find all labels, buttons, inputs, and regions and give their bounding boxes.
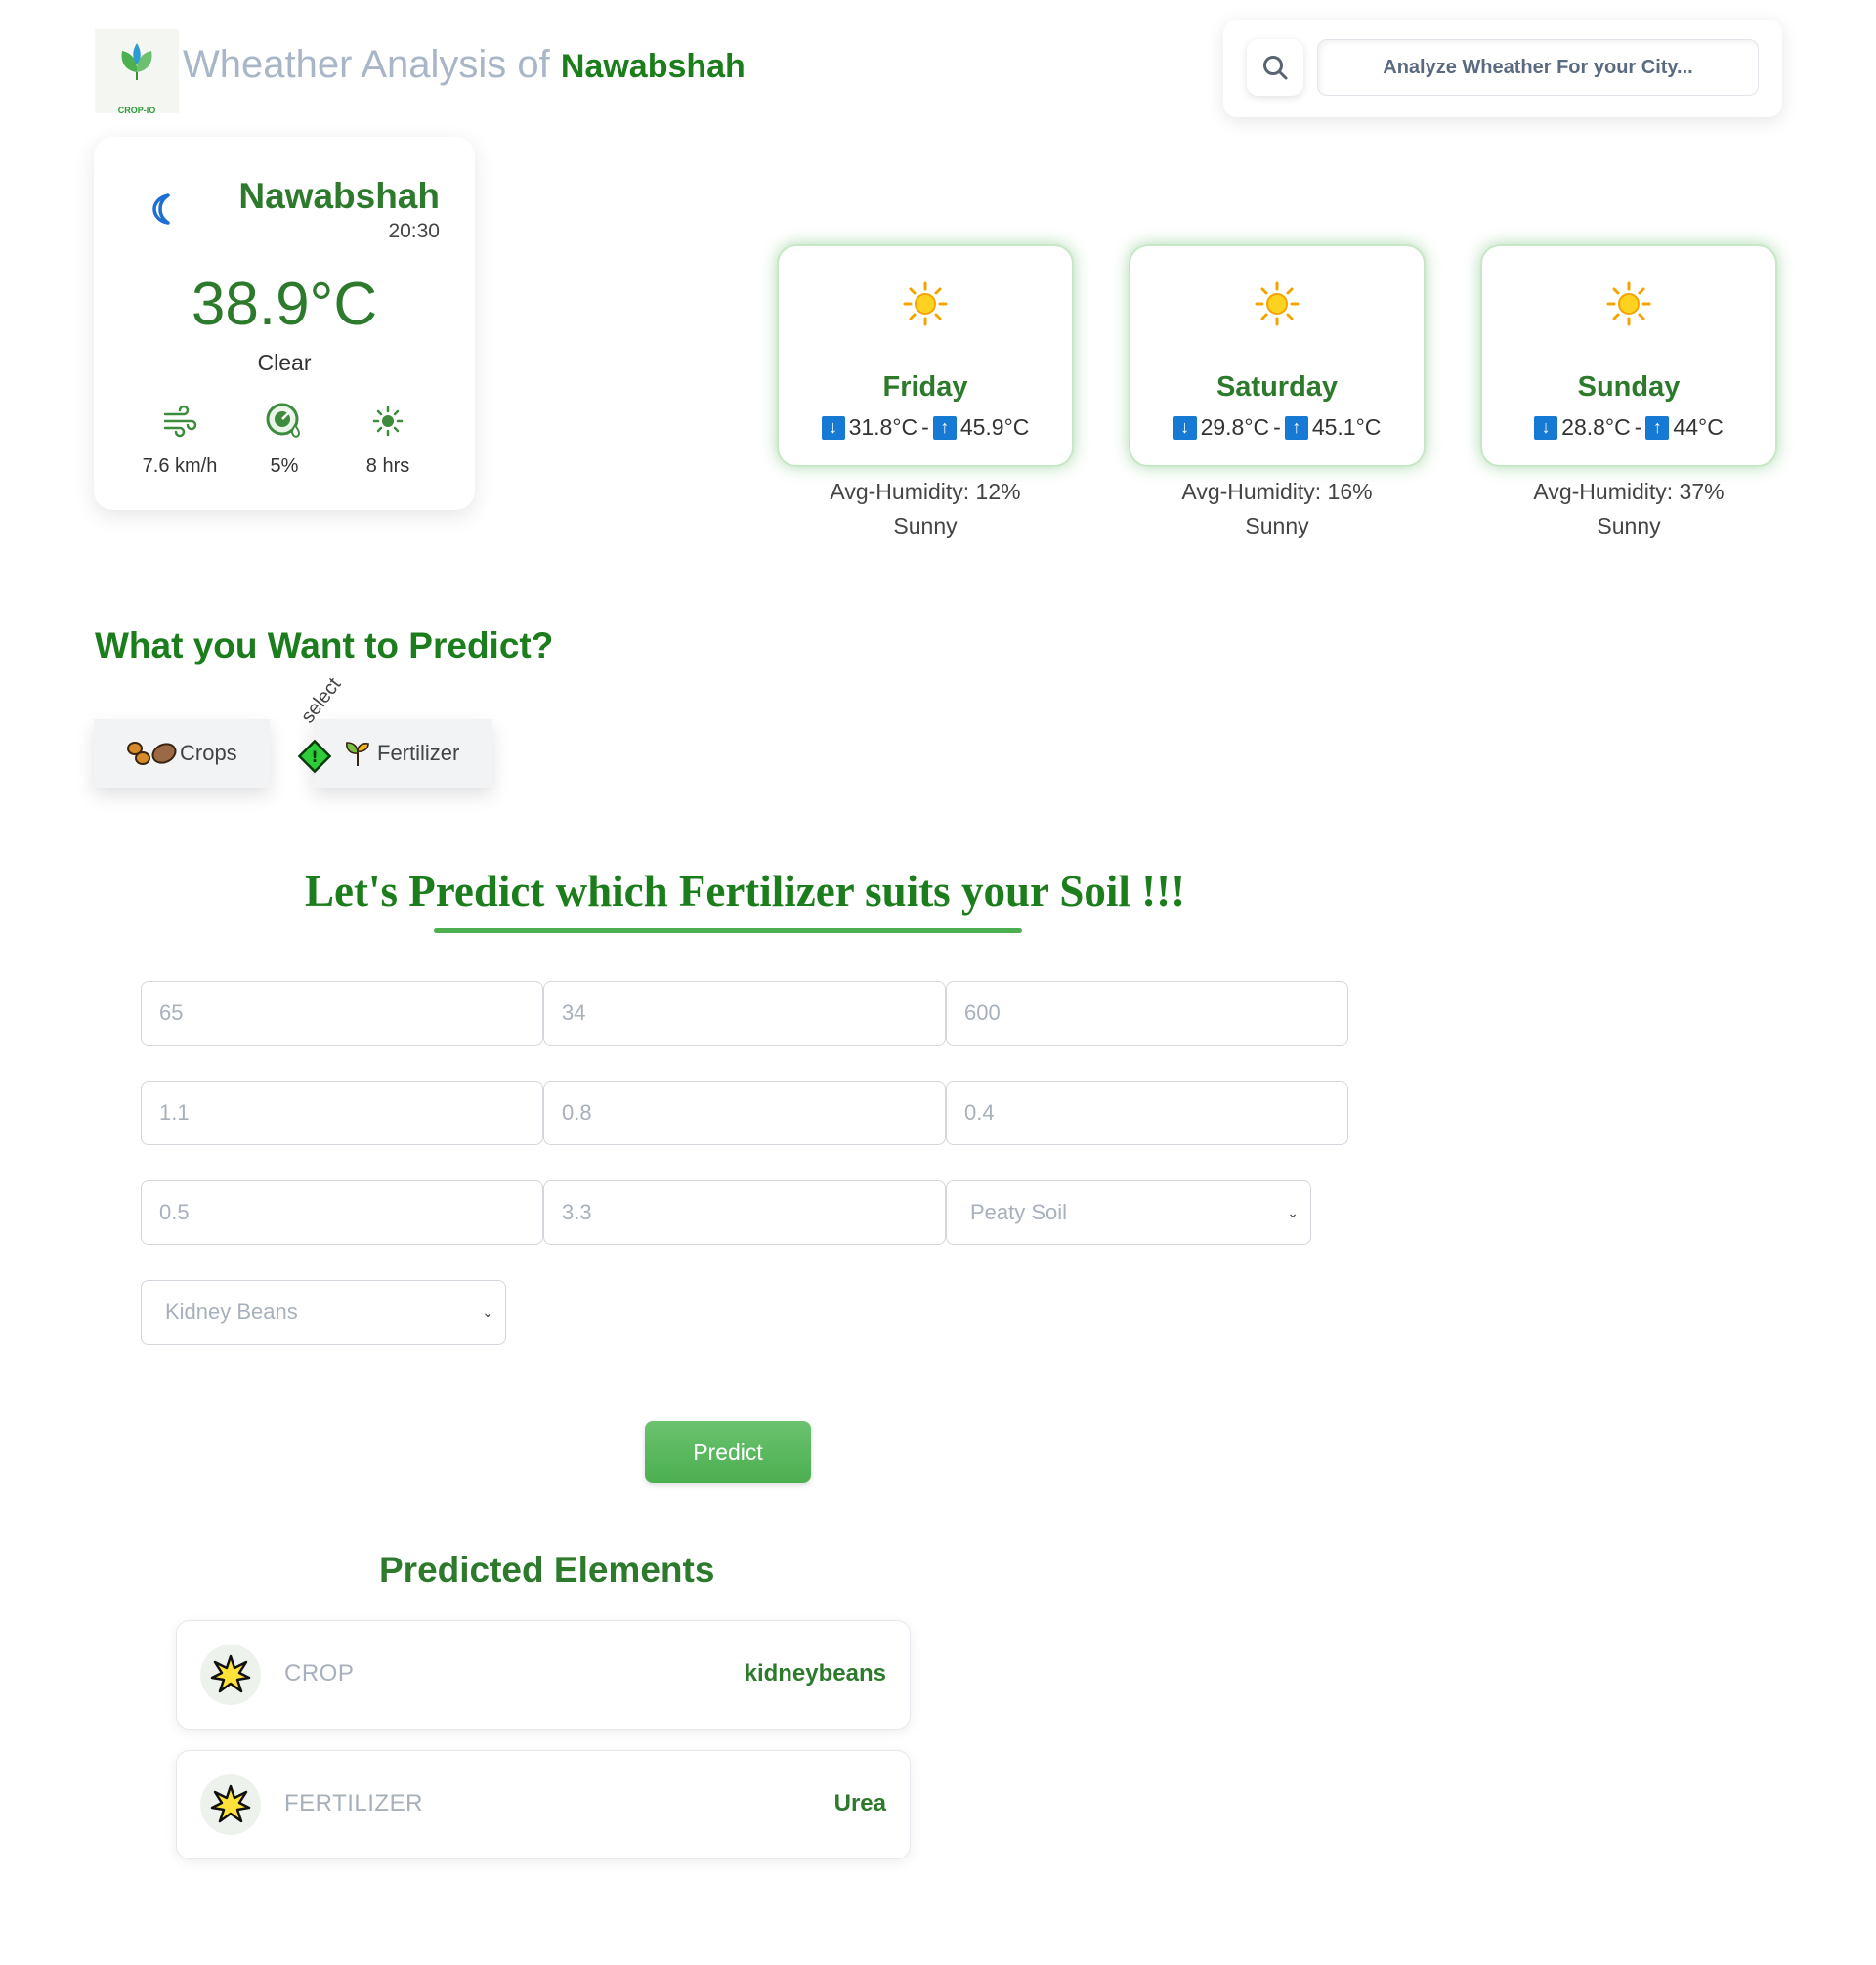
input-field-4[interactable]: 1.1 bbox=[141, 1081, 543, 1145]
current-condition: Clear bbox=[257, 350, 312, 375]
forecast-humidity: Avg-Humidity: 37% bbox=[1533, 479, 1725, 504]
arrow-up-icon: ↑ bbox=[932, 415, 957, 440]
forecast-day-3: Sunday ↓ 28.8°C - ↑ 44°C Avg-Humidity: 3… bbox=[1480, 244, 1777, 539]
sun-hours-stat: 8 hrs bbox=[329, 399, 447, 478]
search-icon bbox=[1263, 56, 1288, 80]
temp-separator: - bbox=[1634, 414, 1642, 440]
predict-button[interactable]: Predict bbox=[645, 1421, 811, 1483]
crops-option-label: Crops bbox=[180, 741, 237, 765]
forecast-min-temp: 29.8°C bbox=[1200, 414, 1270, 440]
phosphorus-input[interactable]: 34 bbox=[543, 981, 946, 1046]
arrow-down-icon: ↓ bbox=[821, 415, 845, 440]
forecast-card: Friday ↓ 31.8°C - ↑ 45.9°C bbox=[777, 244, 1074, 467]
humidity-gauge-icon bbox=[266, 403, 301, 438]
result-value: kidneybeans bbox=[744, 1660, 886, 1687]
sun-icon bbox=[1606, 281, 1651, 326]
forecast-min-temp: 31.8°C bbox=[848, 414, 918, 440]
humidity-value: 5% bbox=[270, 455, 299, 477]
form-title-underline bbox=[434, 928, 1022, 933]
temp-separator: - bbox=[921, 414, 929, 440]
page-title-prefix: Wheather Analysis of bbox=[183, 43, 550, 86]
page-title: Wheather Analysis of Nawabshah bbox=[183, 43, 746, 87]
form-title: Let's Predict which Fertilizer suits you… bbox=[305, 867, 1186, 916]
logo-icon bbox=[121, 43, 152, 80]
result-value: Urea bbox=[833, 1790, 886, 1816]
fertilizer-option-button[interactable]: Fertilizer bbox=[313, 719, 492, 788]
app-logo: CROP-IO bbox=[95, 29, 179, 115]
forecast-summary: Sunny bbox=[1597, 513, 1661, 538]
input-field-8[interactable]: 3.3 bbox=[543, 1180, 946, 1245]
star-burst-icon bbox=[200, 1774, 261, 1835]
sun-icon bbox=[1255, 281, 1300, 326]
crops-option-button[interactable]: Crops bbox=[94, 719, 270, 788]
wind-icon bbox=[163, 405, 197, 438]
forecast-day-name: Saturday bbox=[1215, 371, 1339, 403]
star-burst-icon bbox=[200, 1645, 261, 1705]
forecast-temp-range: ↓ 31.8°C - ↑ 45.9°C bbox=[779, 414, 1072, 441]
sun-icon bbox=[903, 281, 948, 326]
selected-indicator-icon: ! bbox=[297, 739, 332, 774]
city-search-input[interactable]: Analyze Wheather For your City... bbox=[1317, 39, 1759, 96]
current-city: Nawabshah bbox=[238, 176, 440, 216]
forecast-min-temp: 28.8°C bbox=[1561, 414, 1631, 440]
chevron-down-icon: ⌄ bbox=[482, 1303, 493, 1320]
chevron-down-icon: ⌄ bbox=[1287, 1204, 1299, 1220]
result-label: CROP bbox=[284, 1660, 355, 1687]
arrow-down-icon: ↓ bbox=[1172, 415, 1197, 440]
arrow-down-icon: ↓ bbox=[1534, 415, 1558, 440]
forecast-summary: Sunny bbox=[893, 513, 958, 538]
humidity-stat: 5% bbox=[226, 399, 343, 478]
forecast-temp-range: ↓ 28.8°C - ↑ 44°C bbox=[1482, 414, 1775, 441]
logo-text: CROP-IO bbox=[117, 106, 156, 115]
forecast-day-2: Saturday ↓ 29.8°C - ↑ 45.1°C Avg-Humidit… bbox=[1129, 244, 1426, 539]
predict-question: What you Want to Predict? bbox=[95, 625, 554, 665]
input-field-6[interactable]: 0.4 bbox=[946, 1081, 1348, 1145]
soil-type-select[interactable]: Peaty Soil ⌄ bbox=[946, 1180, 1311, 1245]
result-label: FERTILIZER bbox=[284, 1790, 423, 1816]
forecast-max-temp: 45.9°C bbox=[959, 414, 1030, 440]
search-button[interactable] bbox=[1247, 39, 1303, 96]
crop-type-select[interactable]: Kidney Beans ⌄ bbox=[141, 1280, 506, 1345]
crop-type-value: Kidney Beans bbox=[165, 1300, 298, 1324]
svg-text:!: ! bbox=[311, 748, 318, 766]
result-row-crop: CROP kidneybeans bbox=[176, 1620, 911, 1730]
results-title: Predicted Elements bbox=[379, 1550, 715, 1590]
input-field-5[interactable]: 0.8 bbox=[543, 1081, 946, 1145]
input-field-7[interactable]: 0.5 bbox=[141, 1180, 543, 1245]
nitrogen-input[interactable]: 65 bbox=[141, 981, 543, 1046]
forecast-day-1: Friday ↓ 31.8°C - ↑ 45.9°C Avg-Humidity:… bbox=[777, 244, 1074, 539]
soil-type-value: Peaty Soil bbox=[970, 1200, 1068, 1224]
forecast-day-name: Sunday bbox=[1577, 371, 1681, 403]
forecast-day-name: Friday bbox=[882, 371, 968, 403]
forecast-temp-range: ↓ 29.8°C - ↑ 45.1°C bbox=[1130, 414, 1424, 441]
forecast-card: Saturday ↓ 29.8°C - ↑ 45.1°C bbox=[1129, 244, 1426, 467]
sun-hours-value: 8 hrs bbox=[365, 455, 410, 477]
moon-icon bbox=[152, 193, 170, 225]
forecast-max-temp: 45.1°C bbox=[1311, 414, 1382, 440]
arrow-up-icon: ↑ bbox=[1645, 415, 1670, 440]
forecast-humidity: Avg-Humidity: 12% bbox=[830, 479, 1021, 504]
wind-value: 7.6 km/h bbox=[142, 455, 218, 477]
current-weather-card: Nawabshah 20:30 38.9°C Clear 7.6 km/h 5% bbox=[94, 137, 475, 510]
arrow-up-icon: ↑ bbox=[1284, 415, 1308, 440]
fertilizer-option-label: Fertilizer bbox=[377, 741, 460, 765]
sprout-icon bbox=[346, 742, 369, 766]
forecast-humidity: Avg-Humidity: 16% bbox=[1181, 479, 1373, 504]
sun-small-icon bbox=[372, 406, 404, 437]
potassium-input[interactable]: 600 bbox=[946, 981, 1348, 1046]
result-row-fertilizer: FERTILIZER Urea bbox=[176, 1750, 911, 1859]
forecast-summary: Sunny bbox=[1245, 513, 1309, 538]
current-time: 20:30 bbox=[388, 220, 440, 242]
city-search-bar: Analyze Wheather For your City... bbox=[1223, 20, 1782, 117]
current-temperature: 38.9°C bbox=[191, 271, 378, 338]
forecast-card: Sunday ↓ 28.8°C - ↑ 44°C bbox=[1480, 244, 1777, 467]
peanut-icon bbox=[127, 742, 177, 765]
page-title-city: Nawabshah bbox=[560, 48, 746, 85]
temp-separator: - bbox=[1273, 414, 1281, 440]
wind-stat: 7.6 km/h bbox=[121, 399, 238, 478]
forecast-max-temp: 44°C bbox=[1673, 414, 1724, 440]
